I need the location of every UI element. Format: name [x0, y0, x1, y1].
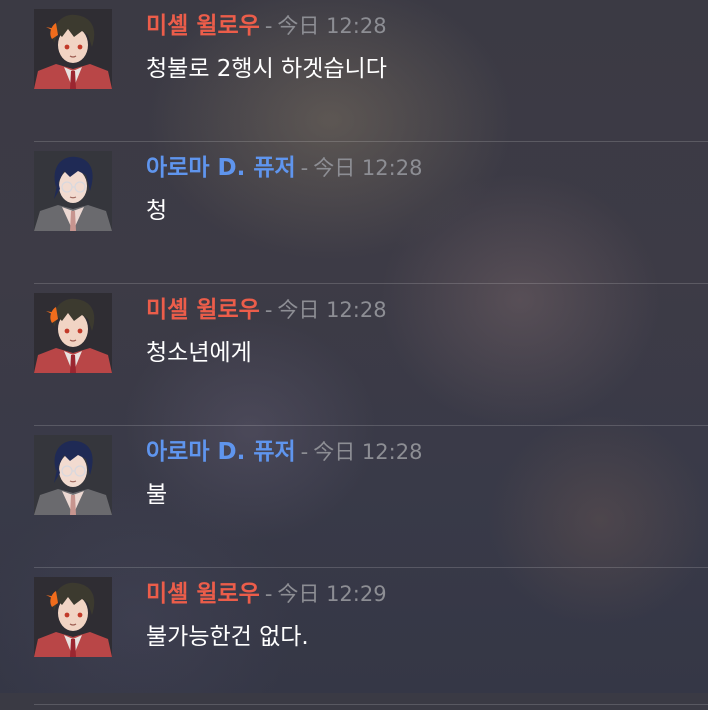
timestamp: 今日 12:28 [313, 440, 423, 464]
timestamp: 今日 12:29 [277, 582, 387, 606]
author-name[interactable]: 미셸 윌로우 [146, 297, 260, 323]
glasses-blue-hair-avatar-icon [34, 151, 112, 231]
message-content: 불 [146, 482, 168, 508]
red-jacket-dark-hair-avatar-icon [34, 293, 112, 373]
chat-message: 아로마 D. 퓨저 - 今日 12:28 청 [0, 142, 708, 284]
red-jacket-dark-hair-avatar-icon [34, 577, 112, 657]
message-header: 미셸 윌로우 - 今日 12:28 [146, 11, 387, 41]
chat-message: 아로마 D. 퓨저 - 今日 12:28 불 [0, 426, 708, 568]
chat-message: 미셸 윌로우 - 今日 12:28 청불로 2행시 하겟습니다 [0, 0, 708, 142]
author-name[interactable]: 미셸 윌로우 [146, 581, 260, 607]
timestamp: 今日 12:28 [277, 14, 387, 38]
header-separator: - [264, 14, 273, 38]
avatar[interactable] [34, 151, 112, 231]
glasses-blue-hair-avatar-icon [34, 435, 112, 515]
message-header: 아로마 D. 퓨저 - 今日 12:28 [146, 437, 422, 467]
header-separator: - [264, 582, 273, 606]
author-name[interactable]: 미셸 윌로우 [146, 13, 260, 39]
message-content: 청불로 2행시 하겟습니다 [146, 56, 387, 82]
message-divider [34, 704, 708, 705]
timestamp: 今日 12:28 [313, 156, 423, 180]
message-header: 아로마 D. 퓨저 - 今日 12:28 [146, 153, 422, 183]
red-jacket-dark-hair-avatar-icon [34, 9, 112, 89]
message-header: 미셸 윌로우 - 今日 12:28 [146, 295, 387, 325]
chat-feed: 미셸 윌로우 - 今日 12:28 청불로 2행시 하겟습니다 아로마 D. 퓨저 -… [0, 0, 708, 705]
timestamp: 今日 12:28 [277, 298, 387, 322]
author-name[interactable]: 아로마 D. 퓨저 [146, 439, 296, 465]
message-content: 청 [146, 198, 168, 224]
header-separator: - [300, 440, 309, 464]
message-content: 청소년에게 [146, 340, 252, 366]
avatar[interactable] [34, 9, 112, 89]
header-separator: - [264, 298, 273, 322]
header-separator: - [300, 156, 309, 180]
avatar[interactable] [34, 577, 112, 657]
message-content: 불가능한건 없다. [146, 624, 309, 650]
chat-message: 미셸 윌로우 - 今日 12:29 불가능한건 없다. [0, 568, 708, 710]
avatar[interactable] [34, 293, 112, 373]
message-header: 미셸 윌로우 - 今日 12:29 [146, 579, 387, 609]
author-name[interactable]: 아로마 D. 퓨저 [146, 155, 296, 181]
chat-message: 미셸 윌로우 - 今日 12:28 청소년에게 [0, 284, 708, 426]
avatar[interactable] [34, 435, 112, 515]
